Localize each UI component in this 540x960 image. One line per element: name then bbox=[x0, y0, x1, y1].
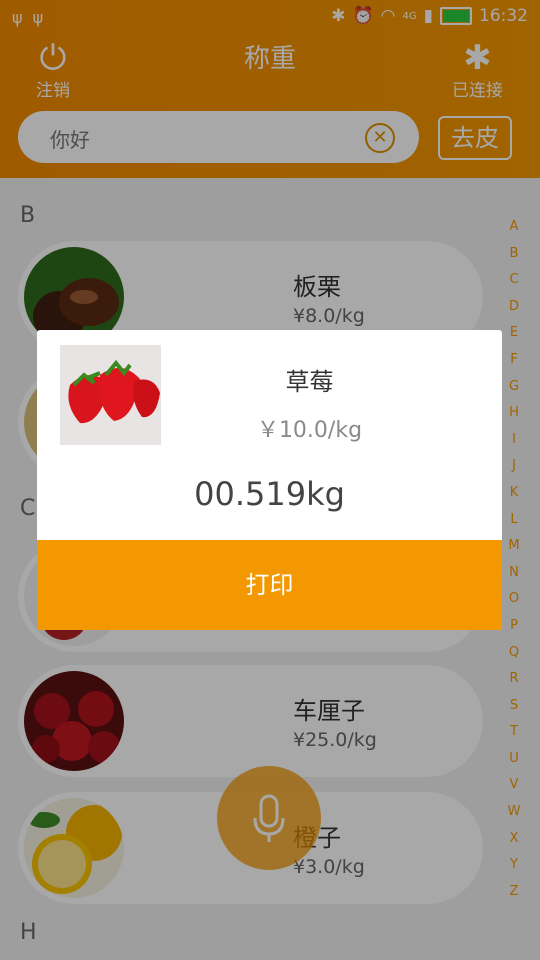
weigh-dialog: 草莓 ￥10.0/kg 00.519kg 打印 bbox=[37, 330, 502, 630]
print-button[interactable]: 打印 bbox=[37, 540, 502, 630]
dialog-product-name: 草莓 bbox=[285, 368, 334, 396]
weight-readout: 00.519kg bbox=[194, 475, 345, 513]
dialog-product-price: ￥10.0/kg bbox=[256, 418, 363, 443]
strawberry-image bbox=[60, 345, 161, 445]
